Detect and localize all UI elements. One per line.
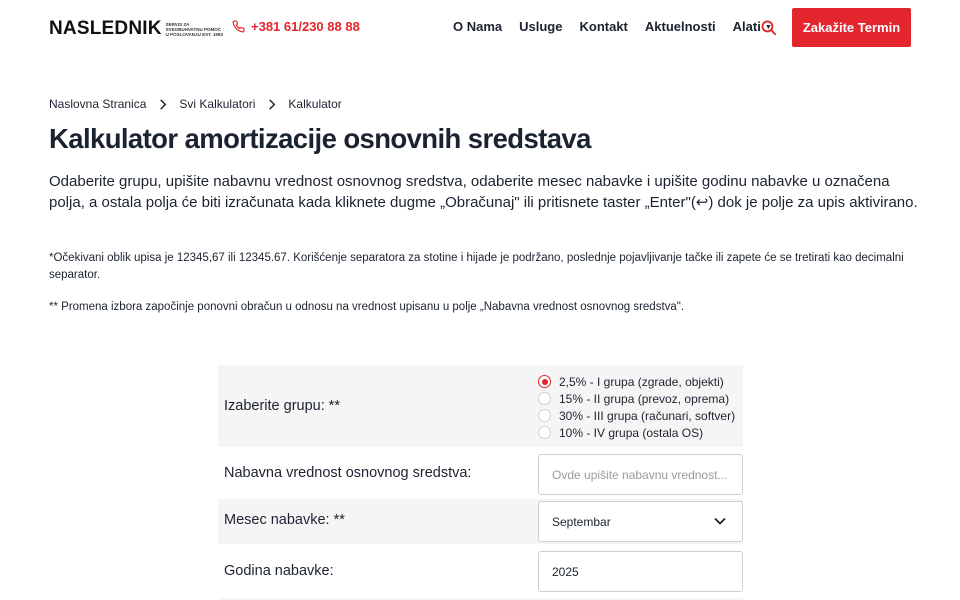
group-option-4[interactable]: 10% - IV grupa (ostala OS) bbox=[538, 424, 735, 441]
nav-item-aktuelnosti[interactable]: Aktuelnosti bbox=[645, 19, 716, 34]
search-button[interactable] bbox=[760, 19, 778, 37]
site-header: NASLEDNIK SERVIS ZA SVEOBUHVATNU POMOĆ U… bbox=[0, 0, 960, 56]
group-label: Izaberite grupu: ** bbox=[224, 398, 341, 414]
phone-icon bbox=[232, 20, 245, 33]
purchase-value-placeholder: Ovde upišite nabavnu vrednost... bbox=[552, 467, 728, 482]
value-row: Nabavna vrednost osnovnog sredstva: Ovde… bbox=[218, 449, 743, 499]
depreciation-form: Izaberite grupu: ** 2,5% - I grupa (zgra… bbox=[218, 365, 743, 600]
year-input[interactable]: 2025 bbox=[538, 551, 743, 592]
chevron-right-icon bbox=[159, 98, 167, 110]
group-option-3[interactable]: 30% - III grupa (računari, softver) bbox=[538, 407, 735, 424]
breadcrumb-current: Kalkulator bbox=[288, 97, 342, 111]
logo-tagline: SERVIS ZA SVEOBUHVATNU POMOĆ U POSLOVANJ… bbox=[165, 21, 223, 37]
main-nav: O Nama Usluge Kontakt Aktuelnosti Alati ▼ bbox=[453, 19, 789, 34]
logo-wordmark: NASLEDNIK bbox=[49, 18, 162, 39]
breadcrumb-all-calculators[interactable]: Svi Kalkulatori bbox=[179, 97, 255, 111]
recalc-note: ** Promena izbora započinje ponovni obra… bbox=[49, 301, 685, 313]
chevron-down-icon bbox=[714, 517, 726, 525]
nav-item-o-nama[interactable]: O Nama bbox=[453, 19, 502, 34]
intro-text: Odaberite grupu, upišite nabavnu vrednos… bbox=[49, 173, 918, 211]
group-option-label: 10% - IV grupa (ostala OS) bbox=[559, 425, 704, 440]
year-input-value: 2025 bbox=[552, 564, 579, 579]
radio-button[interactable] bbox=[538, 392, 551, 405]
group-option-label: 15% - II grupa (prevoz, oprema) bbox=[559, 391, 730, 406]
breadcrumb: Naslovna Stranica Svi Kalkulatori Kalkul… bbox=[49, 97, 342, 111]
year-row: Godina nabavke: 2025 bbox=[218, 546, 743, 596]
month-select-value: Septembar bbox=[552, 514, 611, 529]
value-label: Nabavna vrednost osnovnog sredstva: bbox=[224, 465, 472, 481]
month-label: Mesec nabavke: ** bbox=[224, 512, 345, 528]
site-logo[interactable]: NASLEDNIK SERVIS ZA SVEOBUHVATNU POMOĆ U… bbox=[49, 18, 224, 40]
month-select[interactable]: Septembar bbox=[538, 501, 743, 542]
group-option-label: 2,5% - I grupa (zgrade, objekti) bbox=[559, 374, 724, 389]
year-label: Godina nabavke: bbox=[224, 563, 334, 579]
month-row: Mesec nabavke: ** Septembar bbox=[218, 499, 743, 544]
phone-number: +381 61/230 88 88 bbox=[251, 19, 360, 34]
radio-button[interactable] bbox=[538, 409, 551, 422]
book-appointment-button[interactable]: Zakažite Termin bbox=[792, 8, 911, 47]
group-option-label: 30% - III grupa (računari, softver) bbox=[559, 408, 736, 423]
nav-item-alati-label: Alati bbox=[732, 19, 761, 34]
page-title: Kalkulator amortizacije osnovnih sredsta… bbox=[49, 123, 591, 154]
radio-button[interactable] bbox=[538, 426, 551, 439]
phone-link[interactable]: +381 61/230 88 88 bbox=[232, 19, 360, 34]
group-option-2[interactable]: 15% - II grupa (prevoz, oprema) bbox=[538, 390, 735, 407]
group-option-1[interactable]: 2,5% - I grupa (zgrade, objekti) bbox=[538, 373, 735, 390]
format-note: *Očekivani oblik upisa je 12345,67 ili 1… bbox=[49, 252, 904, 281]
search-icon bbox=[761, 20, 777, 36]
radio-button-checked[interactable] bbox=[538, 375, 551, 388]
nav-item-usluge[interactable]: Usluge bbox=[519, 19, 562, 34]
group-radio-list: 2,5% - I grupa (zgrade, objekti) 15% - I… bbox=[538, 373, 735, 441]
purchase-value-input[interactable]: Ovde upišite nabavnu vrednost... bbox=[538, 454, 743, 495]
nav-item-kontakt[interactable]: Kontakt bbox=[579, 19, 627, 34]
group-row: Izaberite grupu: ** 2,5% - I grupa (zgra… bbox=[218, 365, 743, 447]
breadcrumb-home[interactable]: Naslovna Stranica bbox=[49, 97, 146, 111]
chevron-right-icon bbox=[268, 98, 276, 110]
